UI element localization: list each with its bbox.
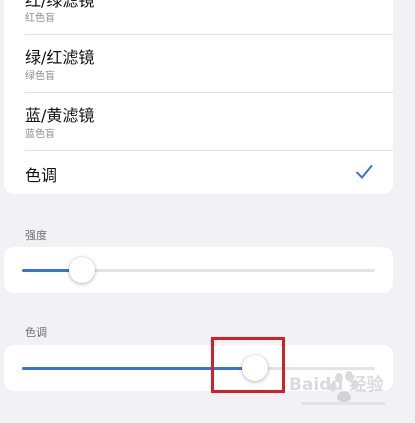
intensity-slider-card: [4, 247, 393, 293]
filter-option-green-red[interactable]: 绿/红滤镜 绿色盲: [4, 35, 393, 92]
intensity-slider-thumb[interactable]: [69, 257, 95, 283]
filter-option-title: 绿/红滤镜: [25, 48, 95, 67]
filter-option-title: 蓝/黄滤镜: [25, 106, 95, 125]
intensity-label: 强度: [25, 229, 47, 242]
checkmark-icon: [356, 165, 373, 179]
color-filter-list: 红/绿滤镜 红色盲 绿/红滤镜 绿色盲 蓝/黄滤镜 蓝色盲 色调: [4, 0, 393, 194]
highlight-annotation-box: [211, 337, 285, 393]
tint-label: 色调: [25, 326, 47, 339]
tint-slider[interactable]: [22, 367, 375, 370]
tint-slider-card: [4, 345, 393, 391]
filter-option-subtitle: 蓝色盲: [25, 129, 55, 140]
filter-option-subtitle: 红色盲: [25, 13, 55, 24]
filter-option-red-green[interactable]: 红/绿滤镜 红色盲: [4, 0, 393, 34]
filter-option-blue-yellow[interactable]: 蓝/黄滤镜 蓝色盲: [4, 93, 393, 150]
filter-option-tint[interactable]: 色调: [4, 151, 393, 194]
filter-option-title: 色调: [25, 166, 58, 185]
filter-option-subtitle: 绿色盲: [25, 71, 55, 82]
